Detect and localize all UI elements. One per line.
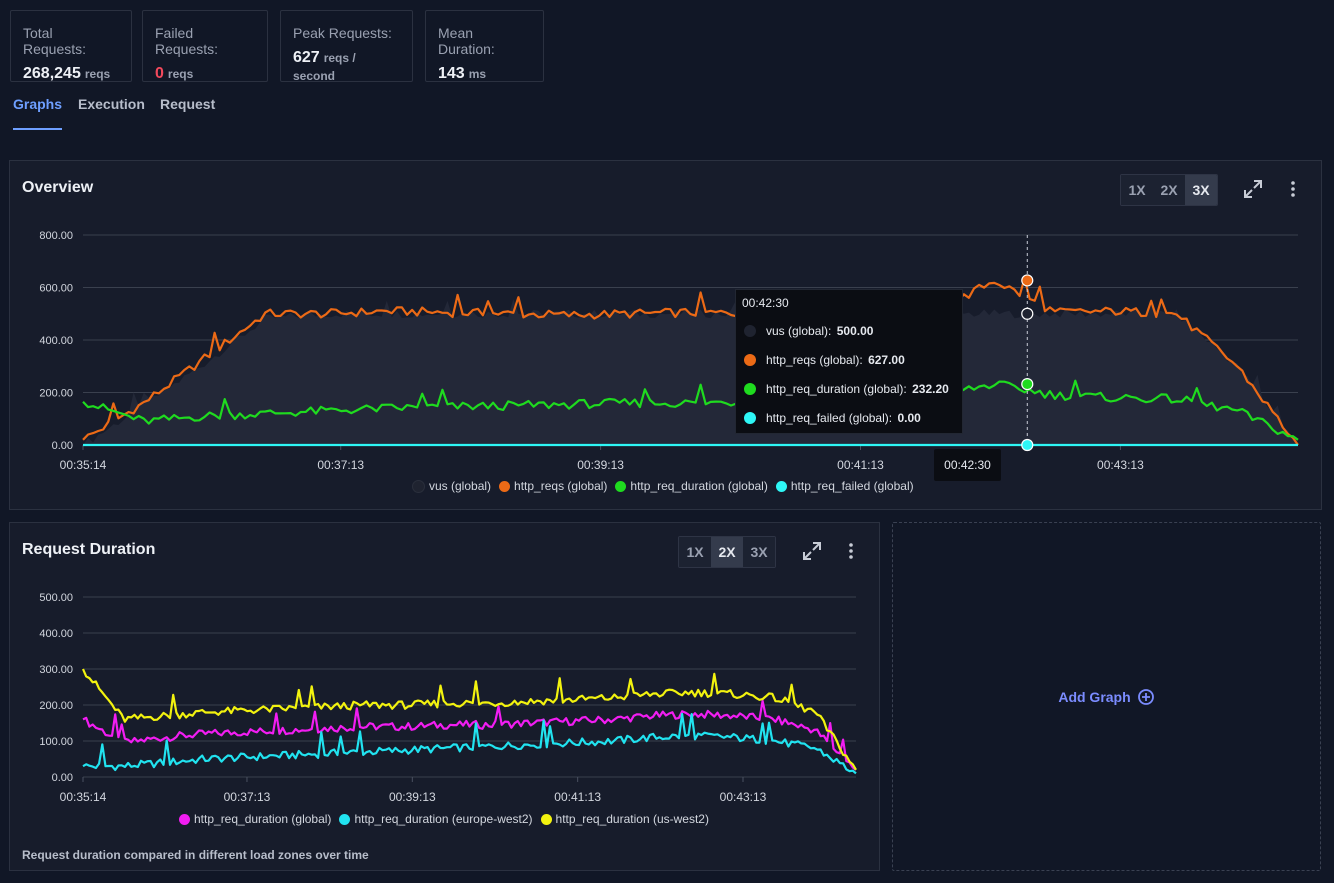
y-tick-label: 400.00 (39, 335, 73, 347)
chart-tooltip: 00:42:30 vus (global): 500.00 http_reqs … (735, 289, 963, 434)
tooltip-value: 500.00 (836, 324, 874, 338)
request-duration-panel: Request Duration 1X 2X 3X http_req_durat… (9, 522, 880, 871)
legend-label: http_req_duration (global) (194, 812, 332, 826)
add-graph-button[interactable]: Add Graph (892, 522, 1321, 871)
y-tick-label: 800.00 (39, 230, 73, 242)
expand-icon[interactable] (800, 539, 824, 563)
cursor-point (1021, 307, 1034, 320)
y-tick-label: 200.00 (39, 388, 73, 400)
tooltip-swatch (744, 383, 756, 395)
legend-label: http_req_duration (europe-west2) (354, 812, 533, 826)
tooltip-time: 00:42:30 (742, 296, 789, 310)
legend-swatch (339, 813, 351, 825)
tooltip-label: http_req_duration (global): (766, 382, 907, 396)
cursor-point (1021, 438, 1034, 452)
tooltip-value: 627.00 (868, 353, 905, 367)
chart-caption: Request duration compared in different l… (22, 848, 369, 862)
cursor-point (1021, 274, 1034, 287)
y-tick-label: 600.00 (39, 283, 73, 295)
legend-item[interactable]: http_req_duration (us-west2) (540, 812, 709, 826)
legend-swatch (540, 813, 552, 825)
tooltip-label: http_req_failed (global): (766, 411, 893, 425)
more-vertical-icon[interactable] (839, 539, 863, 563)
y-tick-label: 0.00 (52, 440, 73, 452)
add-graph-label: Add Graph (1058, 688, 1131, 705)
zoom-2x-button[interactable]: 2X (711, 537, 743, 567)
plus-circle-icon (1137, 688, 1154, 705)
x-tick-label: 00:37:13 (317, 458, 364, 472)
request-duration-legend: http_req_duration (global) http_req_dura… (179, 812, 709, 826)
tooltip-row: http_req_failed (global): 0.00 (744, 411, 921, 425)
legend-item[interactable]: http_req_duration (europe-west2) (339, 812, 533, 826)
tooltip-swatch (744, 325, 756, 337)
x-tick-label: 00:39:13 (577, 458, 624, 472)
x-tick-label: 00:41:13 (837, 458, 884, 472)
zoom-toggle: 1X 2X 3X (678, 536, 776, 568)
zoom-3x-button[interactable]: 3X (743, 537, 775, 567)
tooltip-row: http_reqs (global): 627.00 (744, 353, 905, 367)
zoom-1x-button[interactable]: 1X (679, 537, 711, 567)
x-tick-label: 00:43:13 (1097, 458, 1144, 472)
tooltip-swatch (744, 354, 756, 366)
tooltip-swatch (744, 412, 756, 424)
panel-title: Request Duration (22, 541, 156, 558)
tooltip-value: 0.00 (897, 411, 921, 425)
tooltip-label: vus (global): (766, 324, 832, 338)
tooltip-value: 232.20 (912, 382, 949, 396)
cursor-point (1021, 378, 1034, 391)
cursor-time-badge: 00:42:30 (934, 449, 1001, 481)
tooltip-row: vus (global): 500.00 (744, 324, 873, 338)
legend-label: http_req_duration (us-west2) (555, 812, 709, 826)
legend-swatch (179, 813, 190, 825)
overview-chart[interactable]: 0.00 200.00 400.00 600.00 800.00 00:35:14 00:3… (0, 0, 1334, 520)
series-area-0 (83, 299, 1298, 445)
tooltip-label: http_reqs (global): (766, 353, 863, 367)
x-tick-label: 00:35:14 (60, 458, 107, 472)
legend-item[interactable]: http_req_duration (global) (179, 812, 331, 826)
tooltip-row: http_req_duration (global): 232.20 (744, 382, 949, 396)
